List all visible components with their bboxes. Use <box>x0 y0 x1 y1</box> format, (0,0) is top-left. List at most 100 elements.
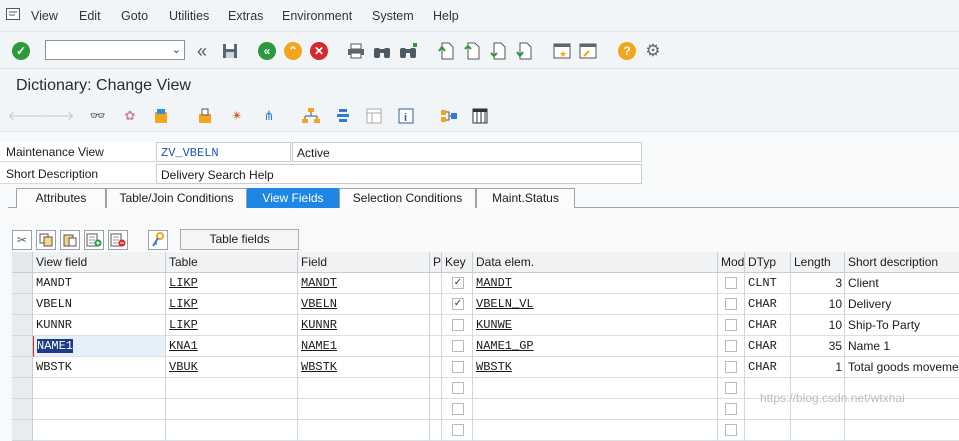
tab-table-join-conditions[interactable]: Table/Join Conditions <box>106 188 247 208</box>
mod-checkbox[interactable] <box>725 424 737 436</box>
paste-icon[interactable] <box>60 230 80 250</box>
chevron-down-icon[interactable]: ⌄ <box>172 43 181 56</box>
cell-view-field[interactable]: MANDT <box>33 273 166 294</box>
cell-dtyp[interactable]: CLNT <box>745 273 791 294</box>
column-header-key[interactable]: Key <box>442 252 473 273</box>
find-icon[interactable] <box>373 42 391 60</box>
exit-icon[interactable]: ⌃ <box>284 42 302 60</box>
list-icon[interactable] <box>334 108 352 124</box>
cell-field[interactable] <box>298 399 430 420</box>
mod-checkbox[interactable] <box>725 277 737 289</box>
next-page-icon[interactable] <box>489 42 507 60</box>
collapse-toolbar-icon[interactable]: « <box>193 41 211 61</box>
cell-length[interactable]: 35 <box>791 336 845 357</box>
cell-view-field[interactable] <box>33 378 166 399</box>
last-page-icon[interactable] <box>515 42 533 60</box>
menu-system[interactable]: System <box>372 9 414 23</box>
cell-view-field[interactable]: VBELN <box>33 294 166 315</box>
cut-icon[interactable]: ✂ <box>12 230 32 250</box>
cell-mod[interactable] <box>718 315 745 336</box>
cell-length[interactable]: 3 <box>791 273 845 294</box>
mod-checkbox[interactable] <box>725 319 737 331</box>
mod-checkbox[interactable] <box>725 361 737 373</box>
cell-mod[interactable] <box>718 399 745 420</box>
back-icon[interactable]: « <box>258 42 276 60</box>
cell-length[interactable]: 10 <box>791 315 845 336</box>
key-checkbox[interactable] <box>452 382 464 394</box>
cell-view-field[interactable] <box>33 399 166 420</box>
save-icon[interactable] <box>221 42 239 60</box>
menu-goto[interactable]: Goto <box>121 9 148 23</box>
find-next-icon[interactable] <box>399 42 417 60</box>
column-header-p[interactable]: P <box>430 252 442 273</box>
cell-data-element[interactable] <box>473 399 718 420</box>
menu-icon[interactable] <box>6 8 20 20</box>
row-selector[interactable] <box>12 399 33 420</box>
column-header-short-description[interactable]: Short description <box>845 252 959 273</box>
cancel-icon[interactable]: ✕ <box>310 42 328 60</box>
key-checkbox[interactable] <box>452 424 464 436</box>
gear-icon[interactable]: ⚙ <box>644 41 662 60</box>
key-checkbox[interactable]: ✓ <box>452 298 464 310</box>
display-change-icon[interactable]: 👓 <box>89 108 107 124</box>
cell-data-element[interactable]: MANDT <box>473 273 718 294</box>
cell-data-element[interactable] <box>473 420 718 441</box>
check-icon[interactable]: ✿ <box>121 108 139 124</box>
menu-help[interactable]: Help <box>433 9 459 23</box>
cell-view-field[interactable]: WBSTK <box>33 357 166 378</box>
cell-table[interactable] <box>166 399 298 420</box>
cell-dtyp[interactable]: CHAR <box>745 336 791 357</box>
mod-checkbox[interactable] <box>725 403 737 415</box>
cell-table[interactable] <box>166 420 298 441</box>
cell-mod[interactable] <box>718 273 745 294</box>
select-all-corner[interactable] <box>12 252 33 273</box>
command-field[interactable]: ⌄ <box>45 40 185 60</box>
cell-dtyp[interactable]: CHAR <box>745 294 791 315</box>
row-selector[interactable] <box>12 273 33 294</box>
menu-environment[interactable]: Environment <box>282 9 352 23</box>
shortcut-icon[interactable] <box>579 42 597 60</box>
cell-key[interactable] <box>442 315 473 336</box>
where-used-icon[interactable] <box>196 108 214 124</box>
cell-field[interactable]: WBSTK <box>298 357 430 378</box>
previous-page-icon[interactable] <box>463 42 481 60</box>
tab-view-fields[interactable]: View Fields <box>247 188 339 208</box>
cell-table[interactable]: KNA1 <box>166 336 298 357</box>
cell-view-field[interactable] <box>33 420 166 441</box>
mod-checkbox[interactable] <box>725 340 737 352</box>
cell-dtyp[interactable]: CHAR <box>745 357 791 378</box>
arrow-right-icon[interactable]: 🡒 <box>40 108 75 124</box>
column-header-mod[interactable]: Mod <box>718 252 745 273</box>
row-selector[interactable] <box>12 294 33 315</box>
cell-table[interactable]: LIKP <box>166 315 298 336</box>
cell-field[interactable] <box>298 420 430 441</box>
layout-icon[interactable] <box>365 108 383 124</box>
mod-checkbox[interactable] <box>725 298 737 310</box>
table-fields-button[interactable]: Table fields <box>180 229 299 250</box>
menu-edit[interactable]: Edit <box>79 9 101 23</box>
row-selector[interactable] <box>12 336 33 357</box>
cell-key[interactable] <box>442 336 473 357</box>
technical-settings-icon[interactable] <box>440 108 458 124</box>
cell-length[interactable]: 1 <box>791 357 845 378</box>
cell-table[interactable]: LIKP <box>166 294 298 315</box>
row-selector[interactable] <box>12 315 33 336</box>
row-selector[interactable] <box>12 420 33 441</box>
row-selector[interactable] <box>12 378 33 399</box>
create-session-icon[interactable]: ★ <box>553 42 571 60</box>
activate-icon[interactable] <box>152 108 170 124</box>
cell-dtyp[interactable]: CHAR <box>745 315 791 336</box>
cell-dtyp[interactable] <box>745 420 791 441</box>
table-contents-icon[interactable] <box>471 108 489 124</box>
column-header-view-field[interactable]: View field <box>33 252 166 273</box>
cell-key[interactable] <box>442 420 473 441</box>
cell-view-field[interactable]: NAME1 <box>33 336 166 357</box>
cell-field[interactable]: VBELN <box>298 294 430 315</box>
cell-key[interactable] <box>442 378 473 399</box>
menu-utilities[interactable]: Utilities <box>169 9 209 23</box>
mod-checkbox[interactable] <box>725 382 737 394</box>
cell-length[interactable] <box>791 420 845 441</box>
hierarchy-icon[interactable]: ⋔ <box>260 108 278 124</box>
cell-field[interactable]: KUNNR <box>298 315 430 336</box>
info-icon[interactable]: i <box>397 108 415 124</box>
